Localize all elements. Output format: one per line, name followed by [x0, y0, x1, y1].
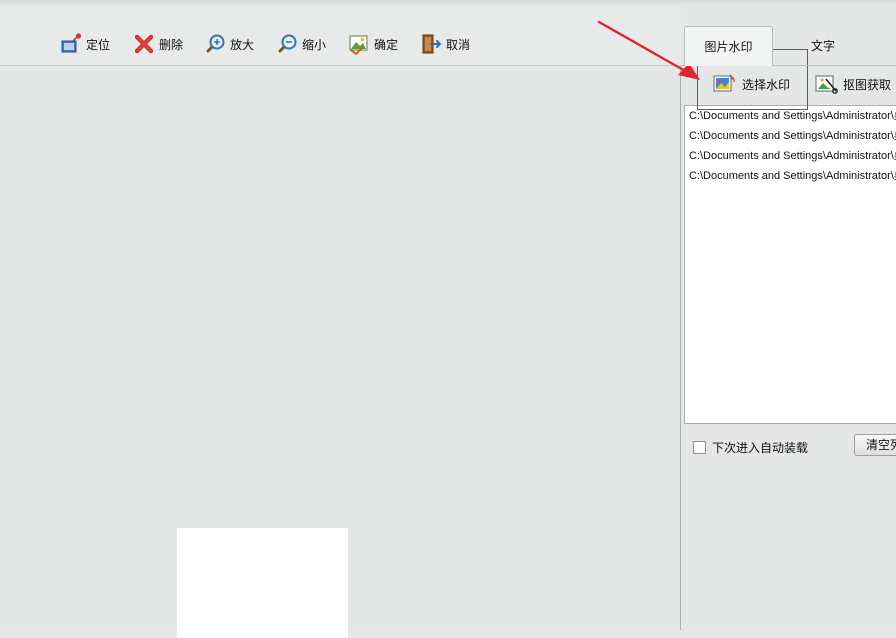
list-item[interactable]: C:\Documents and Settings\Administrator\…: [685, 106, 896, 126]
crop-image-icon: [815, 75, 838, 94]
list-item[interactable]: C:\Documents and Settings\Administrator\…: [685, 146, 896, 166]
magnifier-plus-icon: [206, 34, 225, 53]
red-x-icon: [134, 34, 154, 54]
tab-image-watermark-label: 图片水印: [704, 40, 753, 54]
select-watermark-button[interactable]: 选择水印: [713, 72, 790, 96]
cancel-label: 取消: [446, 37, 471, 52]
watermark-side-panel: 图片水印 文字 选择水印 抠图获取 C:\Documents and Setti…: [681, 6, 896, 630]
watermark-file-list[interactable]: C:\Documents and Settings\Administrator\…: [684, 105, 896, 424]
image-preview-area[interactable]: [177, 528, 348, 638]
zoom-out-button[interactable]: 缩小: [276, 33, 326, 55]
clear-list-button[interactable]: 清空列表: [854, 434, 896, 456]
zoom-out-label: 缩小: [302, 37, 327, 52]
auto-load-option[interactable]: 下次进入自动装载: [693, 438, 808, 456]
image-watermark-icon: [713, 74, 735, 92]
auto-load-label: 下次进入自动装载: [712, 440, 809, 455]
picture-check-icon: [349, 35, 368, 55]
delete-button[interactable]: 删除: [133, 33, 183, 55]
locate-button[interactable]: 定位: [60, 33, 110, 55]
list-item[interactable]: C:\Documents and Settings\Administrator\…: [685, 126, 896, 146]
zoom-in-label: 放大: [230, 37, 255, 52]
confirm-label: 确定: [374, 37, 399, 52]
confirm-button[interactable]: 确定: [348, 33, 398, 55]
auto-load-checkbox[interactable]: [693, 440, 706, 454]
cancel-button[interactable]: 取消: [420, 33, 470, 55]
list-item[interactable]: C:\Documents and Settings\Administrator\…: [685, 166, 896, 186]
pin-icon: [61, 33, 82, 53]
delete-label: 删除: [159, 37, 184, 52]
door-exit-icon: [422, 34, 442, 54]
zoom-in-button[interactable]: 放大: [204, 33, 254, 55]
capture-image-label: 抠图获取: [843, 77, 892, 92]
tab-image-watermark[interactable]: 图片水印: [684, 26, 773, 66]
capture-image-button[interactable]: 抠图获取: [814, 72, 891, 96]
select-watermark-label: 选择水印: [742, 77, 791, 92]
locate-label: 定位: [86, 37, 111, 52]
tab-text-label: 文字: [810, 39, 835, 53]
tab-text[interactable]: 文字: [777, 26, 869, 65]
magnifier-minus-icon: [278, 34, 297, 53]
editor-canvas[interactable]: [0, 66, 680, 638]
watermark-editor-window: 定位 删除 放大 缩小 确定 取消 图片水印 文字 选择水印 抠图获取 C:\D…: [0, 0, 896, 638]
